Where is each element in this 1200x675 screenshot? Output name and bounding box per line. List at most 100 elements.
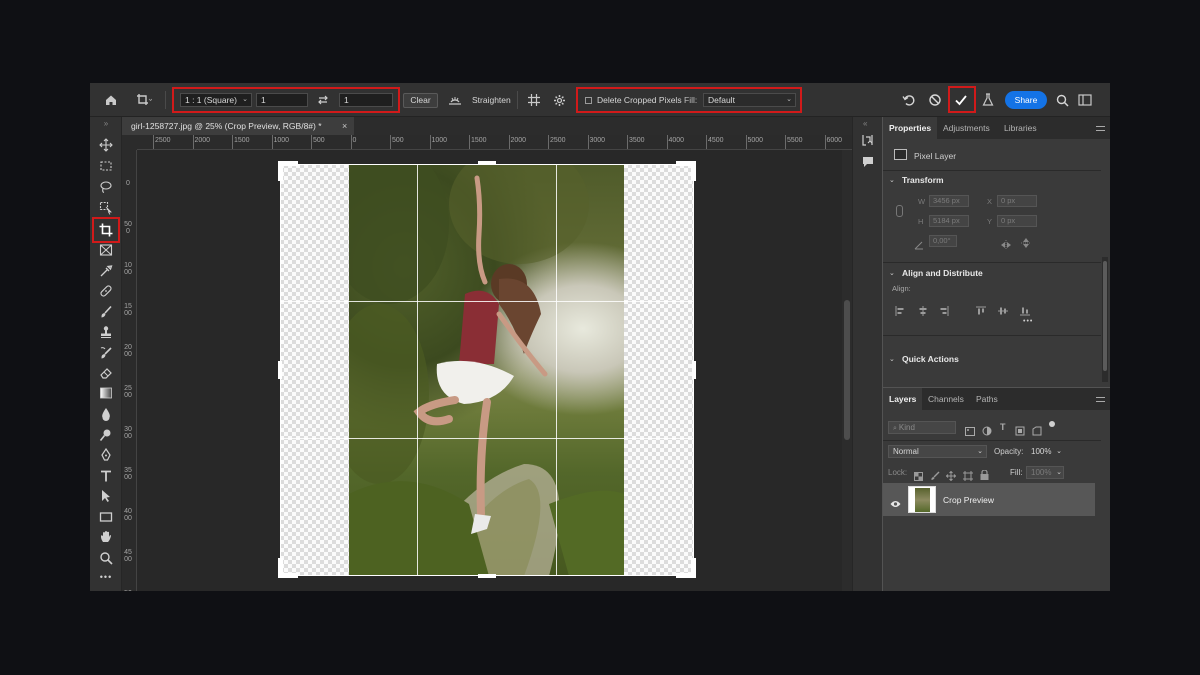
filter-shape-icon[interactable]: [1015, 423, 1025, 441]
overlay-grid-icon[interactable]: [527, 83, 541, 117]
tab-layers[interactable]: Layers: [883, 388, 923, 410]
more-options-icon[interactable]: •••: [1023, 318, 1033, 325]
gear-icon[interactable]: [553, 83, 566, 117]
panel-menu-icon[interactable]: [1096, 397, 1105, 402]
healing-brush-tool-icon[interactable]: [98, 283, 114, 299]
pen-tool-icon[interactable]: [98, 447, 114, 463]
crop-handle-right[interactable]: [692, 361, 696, 379]
layer-name[interactable]: Crop Preview: [943, 495, 994, 505]
angle-field[interactable]: 0,00°: [929, 235, 957, 247]
marquee-tool-icon[interactable]: [98, 158, 114, 174]
blend-mode-select[interactable]: Normal ⌄: [888, 445, 987, 458]
crop-handle-left[interactable]: [278, 361, 282, 379]
chevron-down-icon[interactable]: ⌄: [889, 269, 895, 277]
x-label: X: [987, 197, 993, 206]
collapse-chevron-icon[interactable]: »: [98, 119, 114, 128]
panel-menu-icon[interactable]: [1096, 126, 1105, 131]
lasso-tool-icon[interactable]: [98, 179, 114, 195]
align-left-icon[interactable]: [895, 303, 905, 316]
share-button[interactable]: Share: [1005, 91, 1047, 109]
crop-handle-top[interactable]: [478, 161, 496, 165]
comments-icon[interactable]: [861, 155, 875, 169]
blur-tool-icon[interactable]: [98, 406, 114, 422]
close-tab-icon[interactable]: ×: [342, 117, 347, 135]
tab-channels[interactable]: Channels: [922, 388, 970, 410]
cancel-icon[interactable]: [928, 83, 942, 117]
move-tool-icon[interactable]: [98, 137, 114, 153]
align-heading[interactable]: Align and Distribute: [902, 268, 983, 278]
more-tools-icon[interactable]: •••: [98, 569, 114, 585]
clear-button[interactable]: Clear: [403, 93, 438, 108]
tab-adjustments[interactable]: Adjustments: [937, 117, 996, 139]
transform-heading[interactable]: Transform: [902, 175, 944, 185]
tab-paths[interactable]: Paths: [970, 388, 1004, 410]
width-field[interactable]: 3456 px: [929, 195, 969, 207]
home-icon[interactable]: [104, 83, 118, 117]
ruler-tick-label: 1000: [273, 137, 290, 144]
path-selection-tool-icon[interactable]: [98, 488, 114, 504]
filter-toggle-icon[interactable]: [1049, 421, 1055, 427]
clone-stamp-tool-icon[interactable]: [98, 324, 114, 340]
object-selection-tool-icon[interactable]: [98, 200, 114, 216]
link-icon[interactable]: [896, 205, 903, 217]
crop-tool-preset-icon[interactable]: [136, 83, 152, 117]
history-brush-tool-icon[interactable]: [98, 345, 114, 361]
crop-handle-bottom[interactable]: [478, 574, 496, 578]
gradient-tool-icon[interactable]: [98, 385, 114, 401]
tab-properties[interactable]: Properties: [883, 117, 938, 139]
rectangle-tool-icon[interactable]: [98, 509, 114, 525]
hand-tool-icon[interactable]: [98, 529, 114, 545]
filter-smart-object-icon[interactable]: [1032, 423, 1042, 441]
history-icon[interactable]: [861, 133, 875, 147]
crop-handle-top-left[interactable]: [278, 161, 283, 181]
crop-handle-bottom-left[interactable]: [278, 558, 283, 578]
height-field[interactable]: 5184 px: [929, 215, 969, 227]
fill-field[interactable]: 100% ⌄: [1026, 466, 1064, 479]
align-top-icon[interactable]: [976, 303, 986, 315]
straighten-icon[interactable]: [448, 83, 462, 117]
flip-vertical-icon[interactable]: [1021, 236, 1031, 254]
type-tool-icon[interactable]: [98, 468, 114, 484]
filter-pixel-icon[interactable]: [965, 423, 975, 441]
eye-icon[interactable]: [890, 495, 901, 513]
zoom-tool-icon[interactable]: [98, 550, 114, 566]
flask-icon[interactable]: [982, 83, 994, 117]
kind-filter-field[interactable]: ⌕ Kind: [888, 421, 956, 434]
collapse-chevron-icon[interactable]: «: [863, 119, 867, 128]
crop-handle-bottom-right[interactable]: [691, 558, 696, 578]
crop-frame[interactable]: [280, 164, 694, 576]
opacity-field[interactable]: 100% ⌄: [1026, 445, 1064, 458]
crop-grid-line: [280, 438, 694, 439]
align-middle-v-icon[interactable]: [998, 303, 1008, 315]
quick-actions-heading[interactable]: Quick Actions: [902, 354, 959, 364]
scrollbar-thumb[interactable]: [1103, 261, 1107, 371]
layer-row[interactable]: Crop Preview: [883, 483, 1095, 516]
x-field[interactable]: 0 px: [997, 195, 1037, 207]
brush-tool-icon[interactable]: [98, 304, 114, 320]
align-center-h-icon[interactable]: [918, 303, 928, 316]
dodge-tool-icon[interactable]: [98, 427, 114, 443]
align-right-icon[interactable]: [939, 303, 949, 316]
document-tab[interactable]: girl-1258727.jpg @ 25% (Crop Preview, RG…: [122, 117, 354, 135]
chevron-down-icon[interactable]: ⌄: [889, 355, 895, 363]
chevron-down-icon[interactable]: ⌄: [889, 176, 895, 184]
flip-horizontal-icon[interactable]: [1000, 237, 1012, 255]
crop-handle-top-right[interactable]: [691, 161, 696, 181]
eraser-tool-icon[interactable]: [98, 365, 114, 381]
workspace-icon[interactable]: [1078, 83, 1092, 117]
filter-type-icon[interactable]: T: [1000, 422, 1006, 432]
straighten-label[interactable]: Straighten: [472, 83, 511, 117]
y-field[interactable]: 0 px: [997, 215, 1037, 227]
scrollbar-thumb[interactable]: [844, 300, 850, 440]
frame-tool-icon[interactable]: [98, 242, 114, 258]
vertical-scrollbar[interactable]: [842, 150, 852, 591]
eyedropper-tool-icon[interactable]: [98, 263, 114, 279]
reset-icon[interactable]: [902, 83, 916, 117]
canvas-area[interactable]: [137, 150, 842, 591]
search-icon[interactable]: [1056, 83, 1069, 117]
properties-scrollbar[interactable]: [1102, 257, 1108, 382]
filter-adjustment-icon[interactable]: [982, 423, 992, 441]
tab-libraries[interactable]: Libraries: [998, 117, 1043, 139]
align-bottom-icon[interactable]: [1020, 303, 1030, 316]
crop-tool-icon[interactable]: [98, 222, 114, 238]
